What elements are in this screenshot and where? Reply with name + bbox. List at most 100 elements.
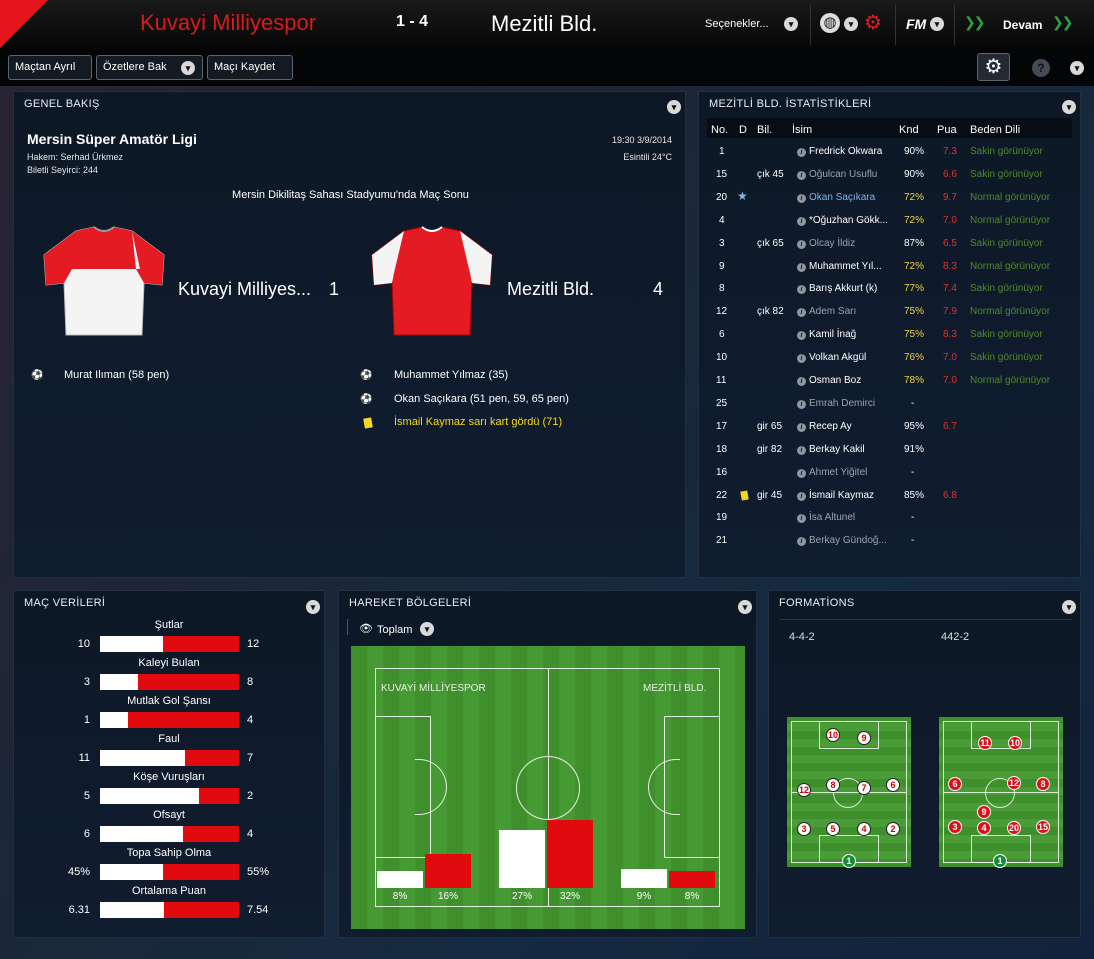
info-icon[interactable]: i (797, 148, 806, 157)
info-icon[interactable]: i (797, 262, 806, 272)
home-player-marker[interactable]: 6 (886, 778, 900, 792)
info-icon[interactable]: i (797, 216, 806, 226)
col-header-d[interactable]: D (739, 124, 747, 136)
home-team-title[interactable]: Kuvayi Milliyespor (140, 10, 316, 36)
home-player-marker[interactable]: 8 (826, 778, 840, 792)
player-name[interactable]: i *Oğuzhan Gökk... (797, 215, 888, 226)
player-name[interactable]: i Berkay Gündoğ... (797, 535, 887, 547)
settings-gear-icon[interactable]: ⚙ (977, 53, 1010, 81)
home-player-marker[interactable]: 3 (797, 822, 811, 836)
home-player-marker[interactable]: 12 (797, 783, 811, 797)
info-icon[interactable]: i (797, 514, 806, 524)
table-row[interactable]: 12 çık 82 i Adem Sarı 75% 7.9 Normal görünüyor (699, 300, 1080, 323)
player-name[interactable]: i Adem Sarı (797, 306, 856, 318)
info-icon[interactable]: i (797, 239, 806, 249)
save-match-button[interactable]: Maçı Kaydet (207, 55, 293, 80)
col-header-body-language[interactable]: Beden Dili (970, 124, 1020, 136)
table-row[interactable]: 21 i Berkay Gündoğ... - (699, 529, 1080, 552)
player-name[interactable]: i Okan Saçıkara (797, 192, 875, 203)
info-icon[interactable]: i (797, 537, 806, 547)
info-icon[interactable]: i (797, 445, 806, 455)
away-player-marker[interactable]: 10 (1008, 736, 1022, 750)
col-header-name[interactable]: İsim (792, 124, 812, 136)
info-icon[interactable]: i (797, 422, 806, 432)
table-row[interactable]: 25 i Emrah Demirci - (699, 392, 1080, 415)
continue-button[interactable]: Devam (1003, 18, 1042, 32)
table-row[interactable]: 22 gir 45 i İsmail Kaymaz 85% 6.8 (699, 484, 1080, 507)
chevron-down-icon[interactable]: ▾ (1062, 100, 1076, 114)
chevron-down-icon[interactable]: ▾ (181, 61, 195, 75)
chevron-down-icon[interactable]: ▾ (306, 600, 320, 614)
away-player-marker[interactable]: 3 (948, 820, 962, 834)
table-row[interactable]: 3 çık 65 i Olcay İldiz 87% 6.5 Sakin görünüyor (699, 232, 1080, 255)
fm-logo[interactable]: FM (906, 16, 926, 32)
col-header-no[interactable]: No. (711, 124, 728, 136)
info-icon[interactable]: i (797, 377, 806, 386)
player-name[interactable]: i İsmail Kaymaz (797, 490, 874, 501)
table-row[interactable]: 19 i İsa Altunel - (699, 506, 1080, 529)
player-name[interactable]: i Berkay Kakil (797, 444, 865, 455)
player-name[interactable]: i Muhammet Yıl... (797, 261, 882, 272)
home-event[interactable]: Murat Ilıman (58 pen) (64, 369, 169, 381)
chevron-down-icon[interactable]: ▾ (420, 622, 434, 636)
away-player-marker[interactable]: 4 (977, 821, 991, 835)
chevron-down-icon[interactable]: ▾ (930, 17, 944, 31)
info-icon[interactable]: i (797, 491, 806, 501)
info-icon[interactable]: i (797, 285, 806, 295)
away-player-marker[interactable]: 12 (1007, 776, 1021, 790)
table-row[interactable]: 1 i Fredrick Okwara 90% 7.3 Sakin görünüyor (699, 140, 1080, 163)
player-name[interactable]: i İsa Altunel (797, 512, 855, 524)
table-row[interactable]: 11 i Osman Boz 78% 7.0 Normal görünüyor (699, 369, 1080, 392)
gears-icon[interactable]: ⚙ (864, 10, 882, 35)
options-menu[interactable]: Seçenekler... (705, 18, 769, 30)
table-row[interactable]: 10 i Volkan Akgül 76% 7.0 Sakin görünüyor (699, 346, 1080, 369)
home-player-marker[interactable]: 9 (857, 731, 871, 745)
home-player-marker[interactable]: 4 (857, 822, 871, 836)
away-player-marker[interactable]: 20 (1007, 821, 1021, 835)
table-row[interactable]: 9 i Muhammet Yıl... 72% 8.3 Normal görünüyor (699, 255, 1080, 278)
player-name[interactable]: i Olcay İldiz (797, 238, 855, 249)
home-team-name[interactable]: Kuvayi Milliyes... (178, 279, 311, 300)
chevron-down-icon[interactable]: ▾ (844, 17, 858, 31)
filter-label[interactable]: Toplam (377, 624, 412, 636)
table-row[interactable]: 15 çık 45 i Oğulcan Usuflu 90% 6.6 Sakin görün… (699, 163, 1080, 186)
globe-icon[interactable]: ◍ (820, 13, 840, 33)
away-team-title[interactable]: Mezitli Bld. (491, 11, 597, 37)
away-event[interactable]: İsmail Kaymaz sarı kart gördü (71) (394, 416, 562, 428)
away-event[interactable]: Muhammet Yılmaz (35) (394, 369, 508, 381)
player-name[interactable]: i Recep Ay (797, 421, 852, 432)
info-icon[interactable]: i (797, 399, 806, 409)
player-name[interactable]: i Emrah Demirci (797, 398, 875, 409)
info-icon[interactable]: i (797, 193, 806, 203)
table-row[interactable]: 4 i *Oğuzhan Gökk... 72% 7.0 Normal görünüyor (699, 209, 1080, 232)
chevron-down-icon[interactable]: ▾ (784, 17, 798, 31)
col-header-bil[interactable]: Bil. (757, 124, 772, 136)
home-player-marker[interactable]: 1 (842, 854, 856, 868)
away-player-marker[interactable]: 8 (1036, 777, 1050, 791)
info-icon[interactable]: i (797, 468, 806, 478)
player-name[interactable]: i Kamil İnağ (797, 329, 856, 341)
away-player-marker[interactable]: 1 (993, 854, 1007, 868)
info-icon[interactable]: i (797, 170, 806, 180)
player-name[interactable]: i Volkan Akgül (797, 352, 866, 364)
away-player-marker[interactable]: 9 (977, 805, 991, 819)
table-row[interactable]: 8 i Barış Akkurt (k) 77% 7.4 Sakin görünüyor (699, 277, 1080, 300)
home-player-marker[interactable]: 5 (826, 822, 840, 836)
player-name[interactable]: i Barış Akkurt (k) (797, 283, 877, 295)
col-header-knd[interactable]: Knd (899, 124, 919, 136)
home-player-marker[interactable]: 10 (826, 728, 840, 742)
away-player-marker[interactable]: 6 (948, 777, 962, 791)
info-icon[interactable]: i (797, 354, 806, 364)
table-row[interactable]: 16 i Ahmet Yiğitel - (699, 461, 1080, 484)
league-name[interactable]: Mersin Süper Amatör Ligi (27, 131, 197, 147)
away-team-name[interactable]: Mezitli Bld. (507, 279, 594, 300)
away-player-marker[interactable]: 11 (978, 736, 992, 750)
player-name[interactable]: i Fredrick Okwara (797, 146, 882, 157)
player-name[interactable]: i Osman Boz (797, 375, 861, 386)
table-row[interactable]: 17 gir 65 i Recep Ay 95% 6.7 (699, 415, 1080, 438)
home-player-marker[interactable]: 7 (857, 781, 871, 795)
table-row[interactable]: 20 ★ i Okan Saçıkara 72% 9.7 Normal görünüyor (699, 186, 1080, 209)
chevron-down-icon[interactable]: ▾ (1062, 600, 1076, 614)
player-name[interactable]: i Oğulcan Usuflu (797, 169, 877, 180)
chevron-down-icon[interactable]: ▾ (1070, 61, 1084, 75)
